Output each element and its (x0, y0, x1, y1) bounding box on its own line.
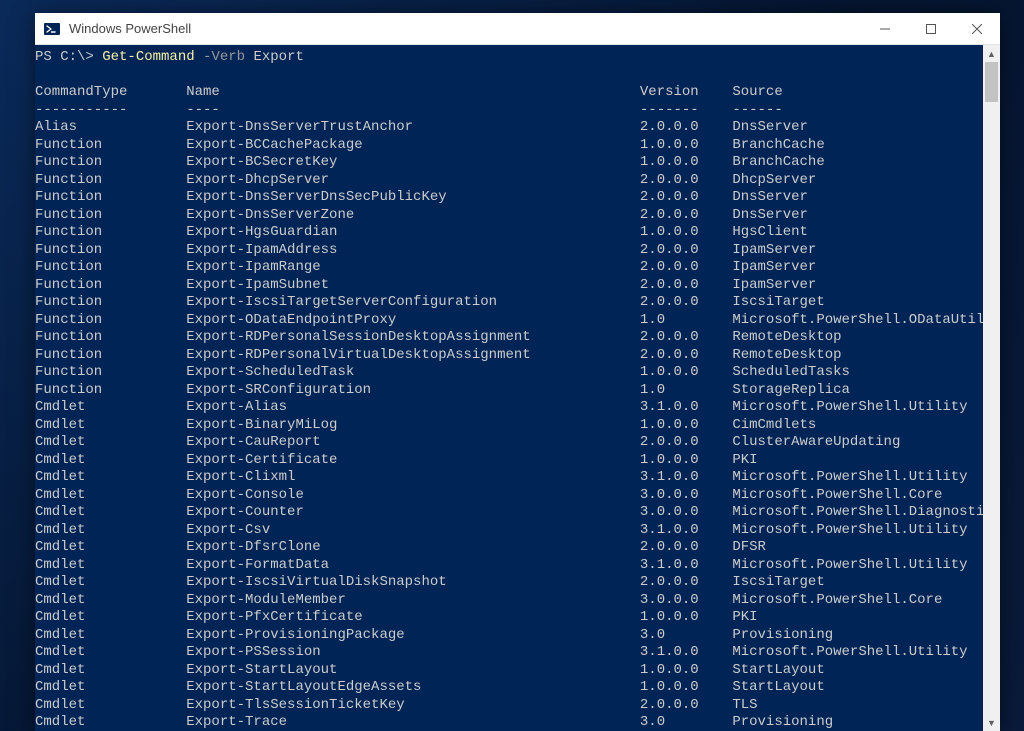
vertical-scrollbar[interactable]: ▲ ▼ (983, 45, 1000, 731)
titlebar[interactable]: Windows PowerShell (35, 13, 1000, 45)
close-button[interactable] (954, 13, 1000, 44)
minimize-button[interactable] (862, 13, 908, 44)
powershell-window: Windows PowerShell PS C:\> Get-Command -… (35, 13, 1000, 731)
terminal-output[interactable]: PS C:\> Get-Command -Verb Export Command… (35, 45, 983, 731)
powershell-icon (43, 20, 61, 38)
scroll-down-button[interactable]: ▼ (983, 714, 1000, 731)
scroll-up-button[interactable]: ▲ (983, 45, 1000, 62)
scroll-thumb[interactable] (985, 62, 998, 102)
window-controls (862, 13, 1000, 44)
window-title: Windows PowerShell (69, 21, 862, 36)
maximize-button[interactable] (908, 13, 954, 44)
